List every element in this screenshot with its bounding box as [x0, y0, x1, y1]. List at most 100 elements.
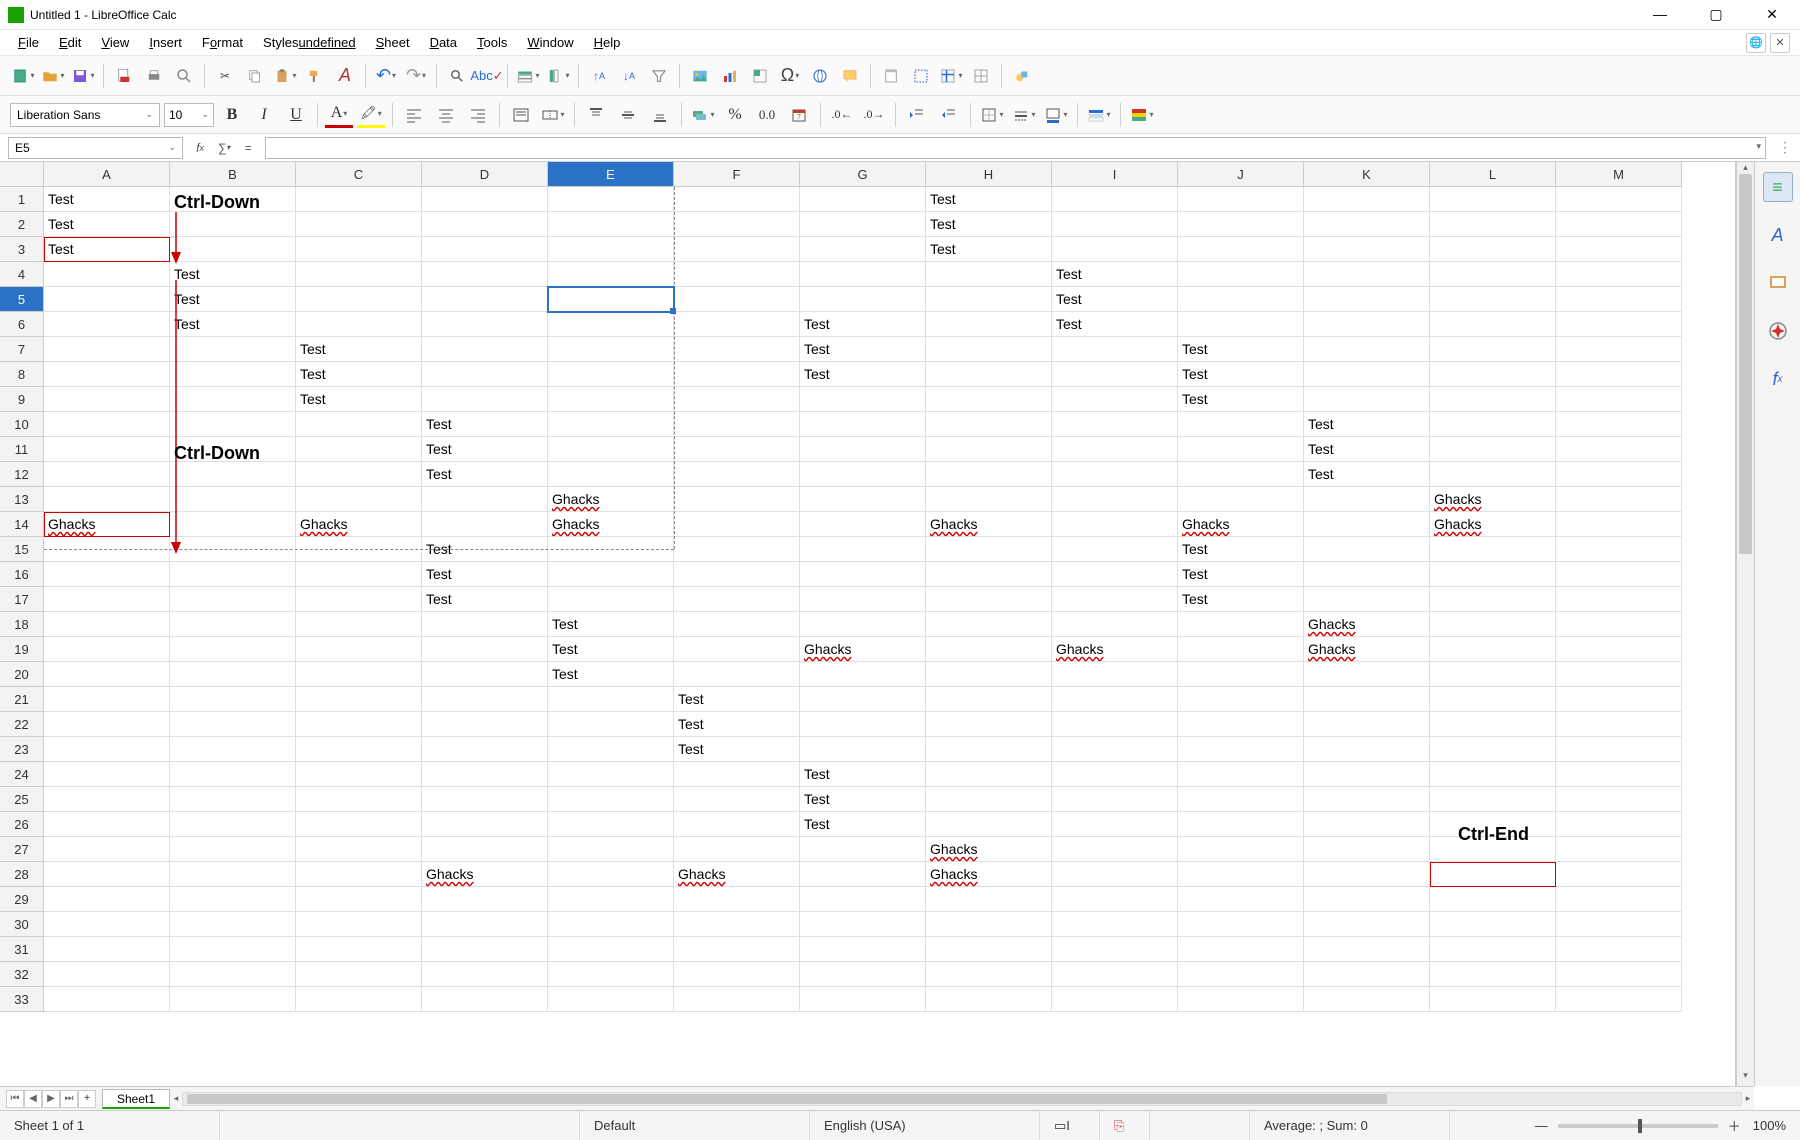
cell-F27[interactable]	[674, 837, 800, 862]
cell-K13[interactable]	[1304, 487, 1430, 512]
cell-L2[interactable]	[1430, 212, 1556, 237]
cell-D4[interactable]	[422, 262, 548, 287]
cell-C24[interactable]	[296, 762, 422, 787]
cell-E26[interactable]	[548, 812, 674, 837]
cell-M12[interactable]	[1556, 462, 1682, 487]
cell-M24[interactable]	[1556, 762, 1682, 787]
cell-H23[interactable]	[926, 737, 1052, 762]
cell-D29[interactable]	[422, 887, 548, 912]
cell-L27[interactable]	[1430, 837, 1556, 862]
cell-H20[interactable]	[926, 662, 1052, 687]
cell-I24[interactable]	[1052, 762, 1178, 787]
find-replace-button[interactable]	[444, 63, 470, 89]
insert-comment-button[interactable]	[837, 63, 863, 89]
align-left-button[interactable]	[400, 102, 428, 128]
cell-K2[interactable]	[1304, 212, 1430, 237]
cell-A8[interactable]	[44, 362, 170, 387]
cell-K15[interactable]	[1304, 537, 1430, 562]
row-header-3[interactable]: 3	[0, 237, 44, 262]
sort-asc-button[interactable]: ↑A	[586, 63, 612, 89]
cell-K20[interactable]	[1304, 662, 1430, 687]
cell-L31[interactable]	[1430, 937, 1556, 962]
number-button[interactable]: 0.0	[753, 102, 781, 128]
cell-D19[interactable]	[422, 637, 548, 662]
cell-M6[interactable]	[1556, 312, 1682, 337]
cell-L23[interactable]	[1430, 737, 1556, 762]
align-bottom-button[interactable]	[646, 102, 674, 128]
cell-A13[interactable]	[44, 487, 170, 512]
cell-L19[interactable]	[1430, 637, 1556, 662]
cell-A7[interactable]	[44, 337, 170, 362]
cell-F12[interactable]	[674, 462, 800, 487]
cell-D1[interactable]	[422, 187, 548, 212]
cell-D22[interactable]	[422, 712, 548, 737]
new-doc-button[interactable]	[10, 63, 36, 89]
sheet-tab[interactable]: Sheet1	[102, 1089, 170, 1109]
cell-C31[interactable]	[296, 937, 422, 962]
conditional-format-button[interactable]	[1128, 102, 1156, 128]
status-pagestyle[interactable]: Default	[580, 1111, 810, 1140]
cell-L18[interactable]	[1430, 612, 1556, 637]
increase-indent-button[interactable]	[903, 102, 931, 128]
cell-J24[interactable]	[1178, 762, 1304, 787]
cell-J19[interactable]	[1178, 637, 1304, 662]
undo-button[interactable]: ↶	[373, 63, 399, 89]
cell-C30[interactable]	[296, 912, 422, 937]
cell-M22[interactable]	[1556, 712, 1682, 737]
add-sheet-button[interactable]: +	[78, 1090, 96, 1108]
cell-G3[interactable]	[800, 237, 926, 262]
sidebar-navigator-icon[interactable]	[1763, 316, 1793, 346]
merge-cells-button[interactable]	[539, 102, 567, 128]
cell-L21[interactable]	[1430, 687, 1556, 712]
cell-D32[interactable]	[422, 962, 548, 987]
paste-button[interactable]	[272, 63, 298, 89]
cell-E4[interactable]	[548, 262, 674, 287]
cell-B22[interactable]	[170, 712, 296, 737]
cell-J18[interactable]	[1178, 612, 1304, 637]
cell-F24[interactable]	[674, 762, 800, 787]
cell-M32[interactable]	[1556, 962, 1682, 987]
row-header-9[interactable]: 9	[0, 387, 44, 412]
status-insert-mode[interactable]: ▭I	[1040, 1111, 1100, 1140]
zoom-level[interactable]: 100%	[1753, 1118, 1786, 1133]
cell-I29[interactable]	[1052, 887, 1178, 912]
cell-K10[interactable]: Test	[1304, 412, 1430, 437]
cell-E27[interactable]	[548, 837, 674, 862]
cell-C4[interactable]	[296, 262, 422, 287]
cell-F2[interactable]	[674, 212, 800, 237]
col-header-G[interactable]: G	[800, 162, 926, 187]
cell-C19[interactable]	[296, 637, 422, 662]
cell-G4[interactable]	[800, 262, 926, 287]
row-header-7[interactable]: 7	[0, 337, 44, 362]
cell-I9[interactable]	[1052, 387, 1178, 412]
cell-M14[interactable]	[1556, 512, 1682, 537]
cell-L3[interactable]	[1430, 237, 1556, 262]
cell-K27[interactable]	[1304, 837, 1430, 862]
autofilter-button[interactable]	[646, 63, 672, 89]
cell-C21[interactable]	[296, 687, 422, 712]
row-header-14[interactable]: 14	[0, 512, 44, 537]
zoom-out-button[interactable]: —	[1535, 1118, 1548, 1133]
cell-H4[interactable]	[926, 262, 1052, 287]
cell-A5[interactable]	[44, 287, 170, 312]
cell-C32[interactable]	[296, 962, 422, 987]
cell-G28[interactable]	[800, 862, 926, 887]
cell-M20[interactable]	[1556, 662, 1682, 687]
cell-I20[interactable]	[1052, 662, 1178, 687]
cell-K26[interactable]	[1304, 812, 1430, 837]
cell-F17[interactable]	[674, 587, 800, 612]
cell-B28[interactable]	[170, 862, 296, 887]
cell-I3[interactable]	[1052, 237, 1178, 262]
cell-L28[interactable]	[1430, 862, 1556, 887]
cell-F16[interactable]	[674, 562, 800, 587]
cell-E30[interactable]	[548, 912, 674, 937]
cell-G16[interactable]	[800, 562, 926, 587]
cell-F6[interactable]	[674, 312, 800, 337]
cell-G32[interactable]	[800, 962, 926, 987]
col-header-B[interactable]: B	[170, 162, 296, 187]
cell-A29[interactable]	[44, 887, 170, 912]
cell-D27[interactable]	[422, 837, 548, 862]
row-header-18[interactable]: 18	[0, 612, 44, 637]
cell-G26[interactable]: Test	[800, 812, 926, 837]
cell-H22[interactable]	[926, 712, 1052, 737]
